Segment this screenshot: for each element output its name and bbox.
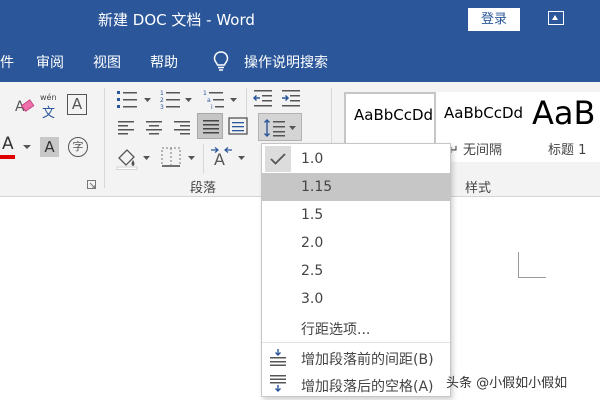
tell-me-search[interactable]: 操作说明搜索 [244, 52, 328, 72]
line-spacing-option-1-5[interactable]: 1.5 [262, 201, 450, 229]
svg-text:a: a [207, 97, 211, 104]
font-dialog-launcher-icon[interactable] [87, 180, 97, 190]
character-border-icon[interactable]: A [67, 94, 87, 115]
line-spacing-option-2-5[interactable]: 2.5 [262, 257, 450, 285]
line-spacing-icon [264, 119, 296, 137]
line-spacing-option-2-0[interactable]: 2.0 [262, 229, 450, 257]
title-bar: 新建 DOC 文档 - Word 登录 [0, 0, 600, 40]
line-spacing-options-item[interactable]: 行距选项... [262, 313, 450, 341]
window-title: 新建 DOC 文档 - Word [98, 11, 255, 29]
align-left-icon[interactable] [117, 119, 135, 135]
multilevel-list-icon[interactable]: 1 a i [203, 88, 241, 110]
separator [203, 144, 204, 174]
distributed-icon[interactable] [228, 117, 248, 135]
tab-review[interactable]: 审阅 [36, 52, 64, 72]
separator [104, 88, 105, 188]
font-color-dropdown-icon[interactable] [23, 144, 31, 150]
justify-icon [203, 120, 219, 134]
check-icon [270, 153, 286, 165]
add-space-after-item[interactable]: 增加段落后的空格(A) [262, 370, 450, 398]
ribbon-display-icon[interactable] [548, 11, 564, 25]
page-corner-mark [518, 252, 519, 278]
svg-text:2: 2 [160, 97, 164, 104]
decrease-indent-icon[interactable] [252, 88, 274, 108]
character-shading-icon[interactable]: A [40, 137, 59, 157]
tab-view[interactable]: 视图 [93, 52, 121, 72]
svg-text:3: 3 [160, 104, 164, 110]
space-after-icon [270, 375, 286, 392]
svg-text:1: 1 [203, 90, 207, 97]
svg-text:i: i [211, 104, 213, 110]
lightbulb-icon[interactable] [212, 50, 230, 72]
line-spacing-option-1-0[interactable]: 1.0 [262, 145, 450, 173]
styles-group-label: 样式 [465, 181, 492, 196]
style-heading-1[interactable]: AaB 标题 1 [528, 92, 600, 162]
tab-file[interactable]: 件 [0, 52, 14, 72]
line-spacing-button[interactable] [258, 113, 302, 141]
line-spacing-menu: 1.0 1.15 1.5 2.0 2.5 3.0 行距选项... 增加段落前的间… [261, 143, 451, 397]
align-right-icon[interactable] [173, 119, 191, 135]
line-spacing-option-1-15[interactable]: 1.15 [262, 173, 450, 201]
tab-help[interactable]: 帮助 [150, 52, 178, 72]
add-space-before-item[interactable]: 增加段落前的间距(B) [262, 343, 450, 371]
svg-text:1: 1 [160, 90, 164, 97]
borders-icon[interactable] [160, 146, 200, 170]
page-corner-mark [518, 277, 546, 278]
chinese-layout-icon[interactable]: A [210, 146, 248, 170]
shading-icon[interactable] [116, 146, 154, 170]
bullets-icon[interactable] [117, 88, 153, 110]
enclose-characters-icon[interactable]: 字 [68, 137, 88, 157]
increase-indent-icon[interactable] [280, 88, 302, 108]
font-color-icon[interactable]: A [0, 134, 16, 160]
watermark: 头条 @小假如小假如 [446, 376, 568, 391]
phonetic-guide-icon[interactable]: wén 文 [40, 93, 60, 121]
align-center-icon[interactable] [145, 119, 163, 135]
numbering-icon[interactable]: 1 2 3 [160, 88, 196, 110]
svg-text:A: A [214, 150, 225, 169]
login-button[interactable]: 登录 [468, 8, 520, 31]
ribbon-tabs: 件 审阅 视图 帮助 操作说明搜索 [0, 40, 600, 82]
justify-button[interactable] [197, 113, 223, 139]
line-spacing-option-3-0[interactable]: 3.0 [262, 285, 450, 313]
paragraph-group-label: 段落 [190, 181, 217, 196]
clear-formatting-icon[interactable]: A [14, 96, 36, 116]
space-before-icon [270, 349, 286, 366]
